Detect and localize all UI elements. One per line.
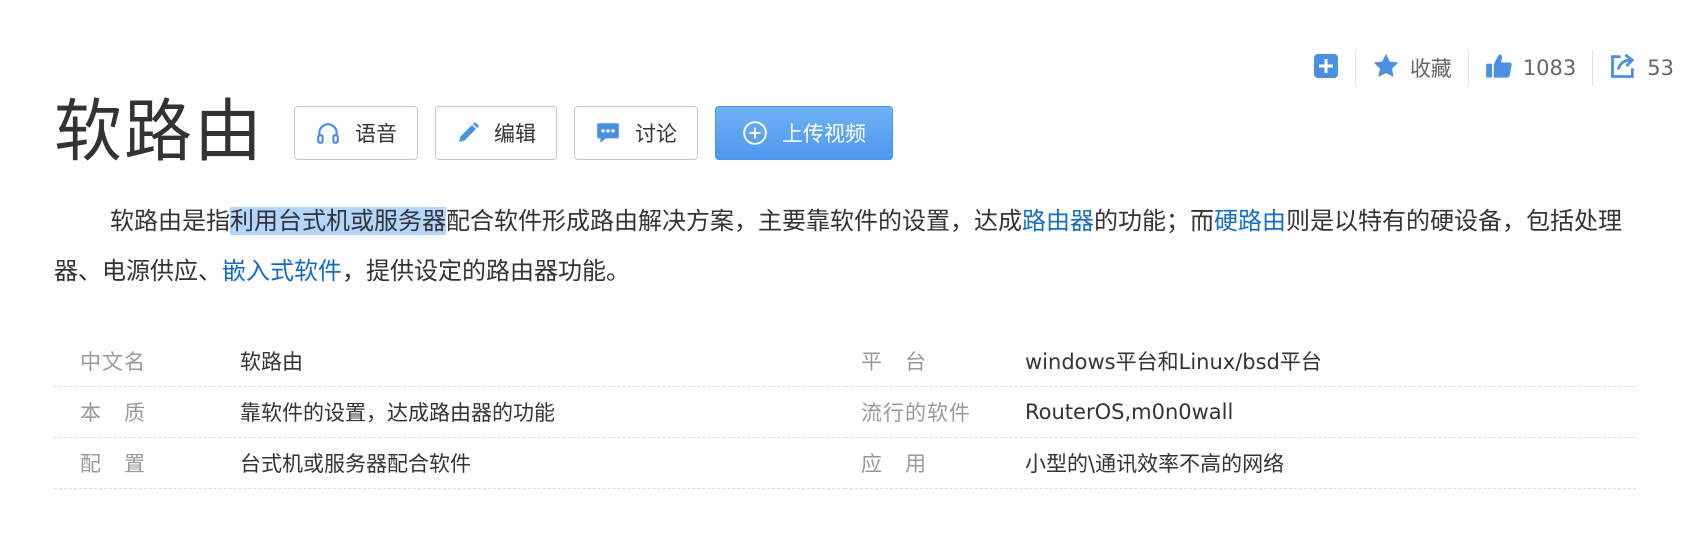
like-count: 1083 [1522, 56, 1577, 80]
star-icon [1372, 52, 1400, 85]
info-column-left: 中文名 软路由 本 质 靠软件的设置，达成路由器的功能 配 置 台式机或服务器配… [54, 336, 845, 489]
link-router[interactable]: 路由器 [1022, 207, 1094, 235]
page-title: 软路由 [54, 93, 265, 172]
info-value: 台式机或服务器配合软件 [240, 452, 471, 476]
info-name: 应 用 [861, 452, 927, 476]
info-name: 流行的软件 [861, 401, 971, 425]
summary-text: 软路由是指 [110, 207, 230, 235]
share-icon [1609, 52, 1637, 85]
upload-video-button[interactable]: 上传视频 [715, 106, 894, 160]
chat-bubble-icon [595, 120, 621, 146]
share-button[interactable]: 53 [1609, 52, 1674, 85]
plus-square-icon [1313, 53, 1339, 84]
info-row: 应 用 小型的\通讯效率不高的网络 [845, 438, 1636, 489]
voice-label: 语音 [355, 122, 398, 146]
info-row: 本 质 靠软件的设置，达成路由器的功能 [54, 387, 845, 438]
info-name: 本 质 [80, 401, 146, 425]
info-row: 配 置 台式机或服务器配合软件 [54, 438, 845, 489]
info-row: 中文名 软路由 [54, 336, 845, 387]
favorite-button[interactable]: 收藏 [1372, 52, 1452, 85]
upload-video-label: 上传视频 [782, 122, 867, 146]
plus-circle-icon [742, 120, 768, 146]
lemma-summary: 软路由是指利用台式机或服务器配合软件形成路由解决方案，主要靠软件的设置，达成路由… [54, 196, 1634, 296]
add-to-list-button[interactable] [1313, 53, 1339, 84]
toolbar: 收藏 1083 53 [1313, 50, 1674, 86]
info-value: 小型的\通讯效率不高的网络 [1025, 452, 1285, 476]
toolbar-divider [1467, 50, 1469, 86]
edit-button[interactable]: 编辑 [435, 106, 558, 160]
share-count: 53 [1647, 56, 1674, 80]
toolbar-divider [1592, 50, 1594, 86]
like-button[interactable]: 1083 [1485, 52, 1576, 85]
title-actions: 语音 编辑 讨论 上传视频 [294, 106, 910, 160]
title-row: 软路由 语音 编辑 讨论 上传视频 [54, 88, 910, 178]
info-name: 平 台 [861, 350, 927, 374]
toolbar-divider [1354, 50, 1356, 86]
headphones-icon [315, 120, 341, 146]
summary-text: 的功能；而 [1094, 207, 1214, 235]
info-value: 靠软件的设置，达成路由器的功能 [240, 401, 555, 425]
info-name: 中文名 [80, 350, 146, 374]
voice-button[interactable]: 语音 [294, 106, 419, 160]
link-embedded-software[interactable]: 嵌入式软件 [222, 257, 342, 285]
favorite-label: 收藏 [1409, 57, 1452, 81]
summary-text: 配合软件形成路由解决方案，主要靠软件的设置，达成 [446, 207, 1022, 235]
summary-selected-text: 利用台式机或服务器 [230, 207, 446, 235]
pencil-icon [456, 121, 480, 145]
thumbs-up-icon [1485, 52, 1513, 85]
discuss-label: 讨论 [635, 122, 678, 146]
info-name: 配 置 [80, 452, 146, 476]
discuss-button[interactable]: 讨论 [574, 106, 699, 160]
info-value: 软路由 [240, 350, 303, 374]
info-row: 流行的软件 RouterOS,m0n0wall [845, 387, 1636, 438]
info-row: 平 台 windows平台和Linux/bsd平台 [845, 336, 1636, 387]
link-hardware-router[interactable]: 硬路由 [1214, 207, 1286, 235]
basic-info-table: 中文名 软路由 本 质 靠软件的设置，达成路由器的功能 配 置 台式机或服务器配… [54, 336, 1636, 489]
summary-text: ，提供设定的路由器功能。 [342, 257, 630, 285]
edit-label: 编辑 [494, 122, 537, 146]
info-value: RouterOS,m0n0wall [1025, 400, 1234, 424]
info-column-right: 平 台 windows平台和Linux/bsd平台 流行的软件 RouterOS… [845, 336, 1636, 489]
info-value: windows平台和Linux/bsd平台 [1025, 350, 1322, 374]
